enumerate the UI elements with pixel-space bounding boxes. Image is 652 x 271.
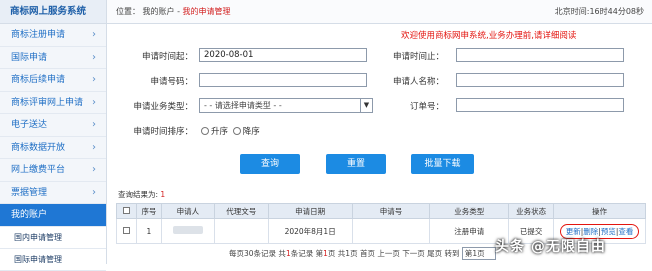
pager-text: 条记录 共 <box>253 249 286 258</box>
page-goto-select[interactable]: 第1页 <box>461 247 496 260</box>
sidebar-item-label: 票据管理 <box>11 187 48 198</box>
chevron-right-icon: › <box>92 74 96 85</box>
business-type-select[interactable]: - - 请选择申请类型 - - ▼ <box>199 98 373 113</box>
start-date-label: 申请时间起： <box>141 52 193 62</box>
header-applicant: 申请人 <box>160 203 215 219</box>
breadcrumb: 位置： 我的账户 - 我的申请管理 <box>116 0 231 24</box>
header-agent-number: 代理文号 <box>213 203 269 219</box>
sidebar-item-e-delivery[interactable]: 电子送达 › <box>0 114 106 137</box>
watermark: 头条 @无限自由 <box>495 239 606 255</box>
chevron-right-icon: › <box>92 29 96 40</box>
app-number-label: 申请号码： <box>150 77 193 87</box>
header-app-number: 申请号 <box>351 203 431 219</box>
row-checkbox[interactable] <box>122 226 130 234</box>
sidebar-item-label: 商标评审网上申请 <box>11 97 84 108</box>
chevron-right-icon: › <box>92 141 96 153</box>
view-link[interactable]: 查看 <box>618 227 633 236</box>
row-index: 1 <box>135 218 162 244</box>
pager-text: 页 共 <box>327 249 346 258</box>
sort-desc-label: 降序 <box>242 127 260 137</box>
delete-link[interactable]: 删除 <box>583 227 598 236</box>
start-date-input[interactable]: 2020-08-01 <box>199 48 367 62</box>
row-applicant <box>160 218 215 244</box>
header-actions: 操作 <box>553 203 646 219</box>
sidebar-item-label: 商标注册申请 <box>11 30 66 40</box>
top-bar: 位置： 我的账户 - 我的申请管理 北京时间:16时44分08秒 <box>107 0 652 24</box>
row-agent-number <box>213 218 269 244</box>
sidebar-item-followup[interactable]: 商标后续申请 › <box>0 69 106 92</box>
sort-label: 申请时间排序： <box>133 127 193 137</box>
end-date-input[interactable] <box>456 48 624 62</box>
sidebar-item-label: 商标后续申请 <box>11 75 66 85</box>
pager-text[interactable]: 页 首页 上一页 下一页 尾页 转到 <box>350 249 459 258</box>
pagination: 每页30条记录 共1条记录 第1页 共1页 首页 上一页 下一页 尾页 转到 第… <box>229 247 496 260</box>
row-checkbox-cell[interactable] <box>116 218 137 244</box>
sidebar-item-review[interactable]: 商标评审网上申请 › <box>0 92 106 114</box>
preview-link[interactable]: 预览 <box>601 227 616 236</box>
welcome-notice[interactable]: 欢迎使用商标网申系统,业务办理前,请详细阅读 <box>401 29 576 41</box>
chevron-right-icon: › <box>92 51 96 63</box>
sort-desc-radio[interactable] <box>232 127 241 135</box>
pager-text: 条记录 第 <box>290 249 324 258</box>
result-count-label: 查询结果为: <box>118 190 161 199</box>
applicant-name-input[interactable] <box>456 73 624 87</box>
header-select-all[interactable] <box>116 203 137 219</box>
result-count: 查询结果为: 1 <box>118 189 165 200</box>
end-date-label: 申请时间止： <box>392 52 444 62</box>
batch-download-button[interactable]: 批量下载 <box>411 154 474 174</box>
sidebar-item-invoices[interactable]: 票据管理 › <box>0 182 106 204</box>
table-header-row: 序号 申请人 代理文号 申请日期 申请号 业务类型 业务状态 操作 <box>116 203 646 219</box>
select-all-checkbox[interactable] <box>122 206 130 214</box>
sidebar-item-payment[interactable]: 网上缴费平台 › <box>0 159 106 182</box>
sidebar-title: 商标网上服务系统 <box>0 0 106 24</box>
sidebar-item-label: 国际申请 <box>11 52 48 63</box>
sort-asc-label: 升序 <box>211 127 229 137</box>
server-clock: 北京时间:16时44分08秒 <box>554 7 644 16</box>
header-index: 序号 <box>135 203 162 219</box>
reset-button[interactable]: 重置 <box>326 154 386 174</box>
sort-radio-group: 升序 降序 <box>201 125 260 137</box>
app-number-input[interactable] <box>199 73 367 87</box>
row-app-number <box>351 218 431 244</box>
breadcrumb-current: 我的申请管理 <box>182 7 231 16</box>
header-date: 申请日期 <box>267 203 353 219</box>
result-count-value: 1 <box>160 190 166 199</box>
page-goto-value: 第1页 <box>464 249 485 258</box>
sidebar-subitem-domestic[interactable]: 国内申请管理 <box>0 226 106 249</box>
query-button[interactable]: 查询 <box>240 154 300 174</box>
chevron-right-icon: › <box>92 119 96 130</box>
sidebar-item-trademark-registration[interactable]: 商标注册申请 › <box>0 24 106 47</box>
applicant-name-label: 申请人名称： <box>392 77 444 87</box>
chevron-right-icon: › <box>92 164 96 175</box>
pager-text: 每页 <box>229 249 244 258</box>
business-type-label: 申请业务类型： <box>133 102 193 112</box>
header-business-type: 业务类型 <box>429 203 510 219</box>
redacted-applicant <box>172 226 203 234</box>
chevron-right-icon: › <box>92 96 96 108</box>
order-number-label: 订单号： <box>409 102 444 112</box>
order-number-input[interactable] <box>456 98 624 112</box>
pager-number: 30 <box>244 249 254 258</box>
sidebar-item-international[interactable]: 国际申请 › <box>0 47 106 69</box>
sidebar-item-label: 商标数据开放 <box>11 142 66 153</box>
business-type-value: - - 请选择申请类型 - - <box>204 101 282 110</box>
sidebar-item-open-data[interactable]: 商标数据开放 › <box>0 137 106 159</box>
sidebar-item-label: 电子送达 <box>11 120 48 130</box>
header-status: 业务状态 <box>508 203 555 219</box>
sidebar-subitem-international[interactable]: 国际申请管理 <box>0 248 106 271</box>
chevron-right-icon: › <box>92 186 96 198</box>
breadcrumb-prefix: 位置： 我的账户 - <box>116 7 183 16</box>
update-link[interactable]: 更新 <box>566 227 581 236</box>
sidebar-item-my-account[interactable]: 我的账户 <box>0 204 106 227</box>
row-date: 2020年8月1日 <box>267 218 353 244</box>
sidebar: 商标网上服务系统 商标注册申请 › 国际申请 › 商标后续申请 › 商标评审网上申请 ›… <box>0 0 107 271</box>
sort-asc-radio[interactable] <box>201 127 209 135</box>
sidebar-item-label: 网上缴费平台 <box>11 165 66 175</box>
